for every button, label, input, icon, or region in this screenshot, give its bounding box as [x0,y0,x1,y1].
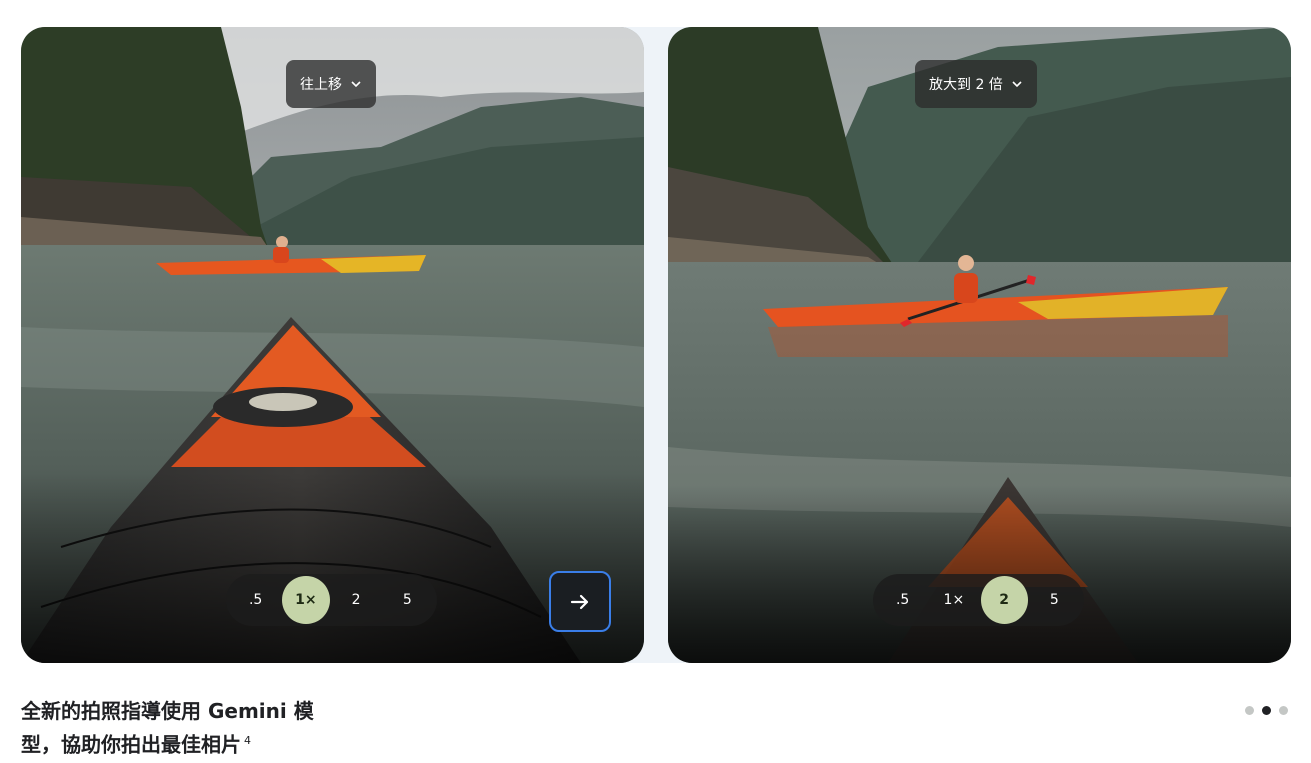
photo-coach-showcase: 往上移 .5 1× 2 5 放大到 2 倍 .5 1× 2 5 全新的拍照指導使… [0,0,1311,763]
carousel-dot-3[interactable] [1279,706,1288,715]
zoom-option-2[interactable]: 2 [980,576,1028,624]
zoom-option-2[interactable]: 2 [332,577,381,623]
footnote-marker[interactable]: 4 [244,734,251,747]
zoom-option-5[interactable]: 5 [383,577,432,623]
chevron-down-icon [1011,78,1023,90]
zoom-option-1x[interactable]: 1× [282,576,330,624]
zoom-option-5[interactable]: 5 [1030,577,1079,623]
feature-caption: 全新的拍照指導使用 Gemini 模型，協助你拍出最佳相片 4 [21,697,341,760]
next-slide-button[interactable] [549,571,611,632]
direction-hint-pill[interactable]: 往上移 [286,60,376,108]
arrow-right-icon [570,594,589,609]
carousel-dot-2[interactable] [1262,706,1271,715]
zoom-option-0-5[interactable]: .5 [878,577,927,623]
kayak-wide-photo [21,27,644,663]
chevron-down-icon [350,78,362,90]
zoom-option-0-5[interactable]: .5 [231,577,280,623]
zoom-selector: .5 1× 2 5 [226,574,437,626]
photo-card-original: 往上移 .5 1× 2 5 [21,27,644,663]
zoom-hint-pill[interactable]: 放大到 2 倍 [915,60,1037,108]
zoom-selector: .5 1× 2 5 [873,574,1084,626]
direction-hint-label: 往上移 [300,77,342,93]
carousel-pagination [1245,706,1288,715]
caption-text: 全新的拍照指導使用 Gemini 模型，協助你拍出最佳相片 [21,699,314,757]
zoom-option-1x[interactable]: 1× [929,577,978,623]
photo-card-zoomed: 放大到 2 倍 .5 1× 2 5 [668,27,1291,663]
kayak-zoomed-photo [668,27,1291,663]
carousel-dot-1[interactable] [1245,706,1254,715]
zoom-hint-label: 放大到 2 倍 [929,77,1003,93]
